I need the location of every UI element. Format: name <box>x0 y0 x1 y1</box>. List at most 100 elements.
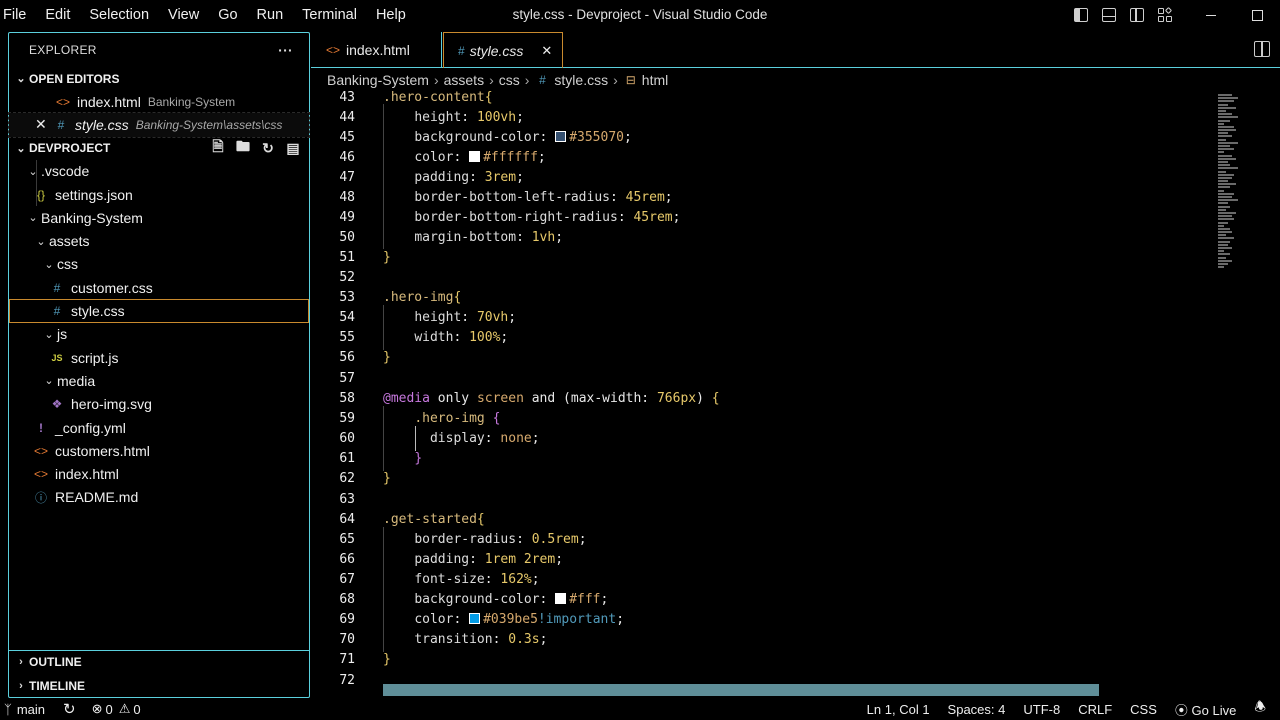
code-editor[interactable]: 43 44 45 46 47 48 49 50 51 52 53 54 55 56 57 58 59 60 61 62… <box>311 90 1280 690</box>
branch-name[interactable]: main <box>17 702 45 717</box>
menu-run[interactable]: Run <box>257 7 284 23</box>
encoding[interactable]: UTF-8 <box>1023 702 1060 717</box>
line-number: 54 <box>339 310 355 325</box>
customize-layout-icon[interactable] <box>1158 6 1173 22</box>
tree-file-settings-json[interactable]: {} settings.json <box>9 183 309 206</box>
timeline-label: TIMELINE <box>29 678 85 693</box>
line-number: 51 <box>339 250 355 265</box>
line-number: 69 <box>339 612 355 627</box>
go-live-label: Go Live <box>1191 702 1237 718</box>
code-line: transition: 0.3s; <box>414 632 548 647</box>
toggle-panel-icon[interactable] <box>1102 8 1116 22</box>
bell-icon[interactable]: 🕭 <box>1254 698 1266 720</box>
menu-help[interactable]: Help <box>376 7 406 23</box>
close-icon[interactable]: ✕ <box>35 116 49 133</box>
menu-edit[interactable]: Edit <box>45 7 70 23</box>
tree-file-hero-img-svg[interactable]: ❖ hero-img.svg <box>9 393 309 416</box>
tree-file-script-js[interactable]: JS script.js <box>9 346 309 369</box>
language-mode[interactable]: CSS <box>1130 702 1157 717</box>
breadcrumb-item[interactable]: style.css <box>554 72 608 88</box>
color-swatch[interactable] <box>555 131 567 142</box>
more-actions-icon[interactable]: ··· <box>278 42 293 58</box>
css-file-icon: # <box>53 304 61 319</box>
menu-go[interactable]: Go <box>218 7 237 23</box>
minimap[interactable] <box>1218 94 1240 314</box>
code-line: padding: 3rem; <box>414 170 524 185</box>
line-number: 45 <box>339 130 355 145</box>
toggle-secondary-sidebar-icon[interactable] <box>1130 8 1144 22</box>
tree-file-index-html[interactable]: <> index.html <box>9 462 309 485</box>
tree-folder-vscode[interactable]: ⌄ .vscode <box>9 160 309 183</box>
breadcrumb-item[interactable]: html <box>642 72 668 88</box>
chevron-right-icon: › <box>19 656 23 668</box>
tree-folder-media[interactable]: ⌄ media <box>9 369 309 392</box>
tab-style-css[interactable]: # style.css ✕ <box>443 32 563 68</box>
code-line: .hero-img{ <box>383 290 462 305</box>
tree-label: customer.css <box>71 279 153 296</box>
tab-index-html[interactable]: <> index.html <box>311 32 442 68</box>
code-line: height: 100vh; <box>414 110 524 125</box>
error-icon: ⊗ <box>91 701 103 716</box>
refresh-icon[interactable]: ↻ <box>260 140 276 156</box>
chevron-down-icon: ⌄ <box>16 142 26 155</box>
new-folder-icon[interactable]: 🖿 <box>235 138 251 156</box>
sync-icon[interactable]: ↻ <box>63 700 76 718</box>
toggle-primary-sidebar-icon[interactable] <box>1074 8 1088 22</box>
warning-count[interactable]: 0 <box>133 702 140 717</box>
symbol-icon: ⊟ <box>625 73 636 87</box>
tree-file-style-css[interactable]: # style.css <box>9 299 309 323</box>
warning-icon: ⚠ <box>118 701 131 716</box>
color-swatch[interactable] <box>469 613 481 624</box>
color-swatch[interactable] <box>555 593 567 604</box>
open-editor-item-active[interactable]: ✕ # style.css Banking-System\assets\css <box>8 112 310 138</box>
breadcrumb-item[interactable]: assets <box>444 72 484 88</box>
line-number: 48 <box>339 190 355 205</box>
tree-folder-assets[interactable]: ⌄ assets <box>9 229 309 252</box>
minimize-button[interactable] <box>1188 0 1234 30</box>
line-number: 56 <box>339 350 355 365</box>
go-live-button[interactable]: ⦿ Go Live <box>1175 700 1236 719</box>
end-of-line[interactable]: CRLF <box>1078 702 1112 717</box>
breadcrumb-item[interactable]: css <box>499 72 520 88</box>
tree-file-customer-css[interactable]: # customer.css <box>9 276 309 299</box>
new-file-icon[interactable]: 🗎 <box>210 138 226 156</box>
cursor-position[interactable]: Ln 1, Col 1 <box>867 702 930 717</box>
menu-selection[interactable]: Selection <box>89 7 149 23</box>
line-number: 58 <box>339 391 355 406</box>
code-line: } <box>414 451 423 466</box>
tree-label: _config.yml <box>55 419 126 436</box>
tree-label: css <box>57 256 78 273</box>
error-count[interactable]: 0 <box>105 702 112 717</box>
horizontal-scrollbar[interactable] <box>383 684 1099 696</box>
code-line: height: 70vh; <box>414 310 517 325</box>
tree-folder-css[interactable]: ⌄ css <box>9 253 309 276</box>
tree-file-readme-md[interactable]: ⓘ README.md <box>9 486 309 509</box>
indentation[interactable]: Spaces: 4 <box>948 702 1006 717</box>
menu-view[interactable]: View <box>168 7 199 23</box>
tree-folder-js[interactable]: ⌄ js <box>9 323 309 346</box>
tree-file-config-yml[interactable]: ! _config.yml <box>9 416 309 439</box>
css-file-icon: # <box>57 117 65 132</box>
breadcrumb-item[interactable]: Banking-System <box>327 72 429 88</box>
open-editors-header[interactable]: ⌄ OPEN EDITORS <box>9 67 309 90</box>
split-editor-icon[interactable] <box>1254 41 1270 57</box>
open-editor-item[interactable]: <> index.html Banking-System <box>9 90 309 113</box>
menu-terminal[interactable]: Terminal <box>302 7 357 23</box>
collapse-all-icon[interactable]: ▤ <box>285 140 301 156</box>
color-swatch[interactable] <box>469 151 481 162</box>
menu-file[interactable]: File <box>3 7 26 23</box>
tree-file-customers-html[interactable]: <> customers.html <box>9 439 309 462</box>
close-tab-icon[interactable]: ✕ <box>541 43 552 59</box>
line-number: 63 <box>339 492 355 507</box>
open-editor-path: Banking-System <box>147 94 236 109</box>
devproject-header[interactable]: ⌄ DEVPROJECT 🗎 🖿 ↻ ▤ <box>9 137 309 160</box>
code-line: } <box>383 471 391 486</box>
chevron-down-icon: ⌄ <box>28 212 38 225</box>
maximize-button[interactable] <box>1234 0 1280 30</box>
outline-header[interactable]: › OUTLINE <box>9 650 309 673</box>
info-icon: ⓘ <box>34 490 47 505</box>
html-file-icon: <> <box>33 443 48 458</box>
code-line: border-bottom-right-radius: 45rem; <box>414 210 681 225</box>
timeline-header[interactable]: › TIMELINE <box>9 674 309 697</box>
tree-folder-banking-system[interactable]: ⌄ Banking-System <box>9 206 309 229</box>
